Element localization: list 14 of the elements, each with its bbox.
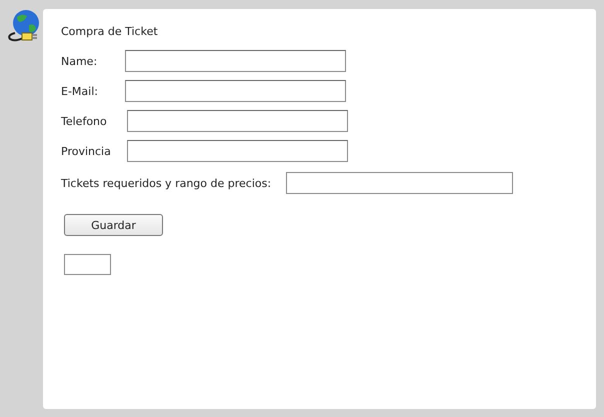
input-field[interactable] <box>125 50 346 72</box>
field-label: Tickets requeridos y rango de precios: <box>61 176 272 190</box>
field-label: E-Mail: <box>61 84 99 98</box>
input-field[interactable] <box>286 172 514 194</box>
field-label: Telefono <box>61 114 108 128</box>
input-field[interactable] <box>127 140 348 162</box>
input-field[interactable] <box>125 80 346 102</box>
field-label: Name: <box>61 54 98 68</box>
save-button[interactable]: Guardar <box>64 214 163 236</box>
field-label: Provincia <box>61 144 112 158</box>
globe-icon <box>5 9 41 42</box>
input-field[interactable] <box>127 110 348 132</box>
input-field[interactable] <box>64 254 111 275</box>
form-title: Compra de Ticket <box>61 25 158 38</box>
